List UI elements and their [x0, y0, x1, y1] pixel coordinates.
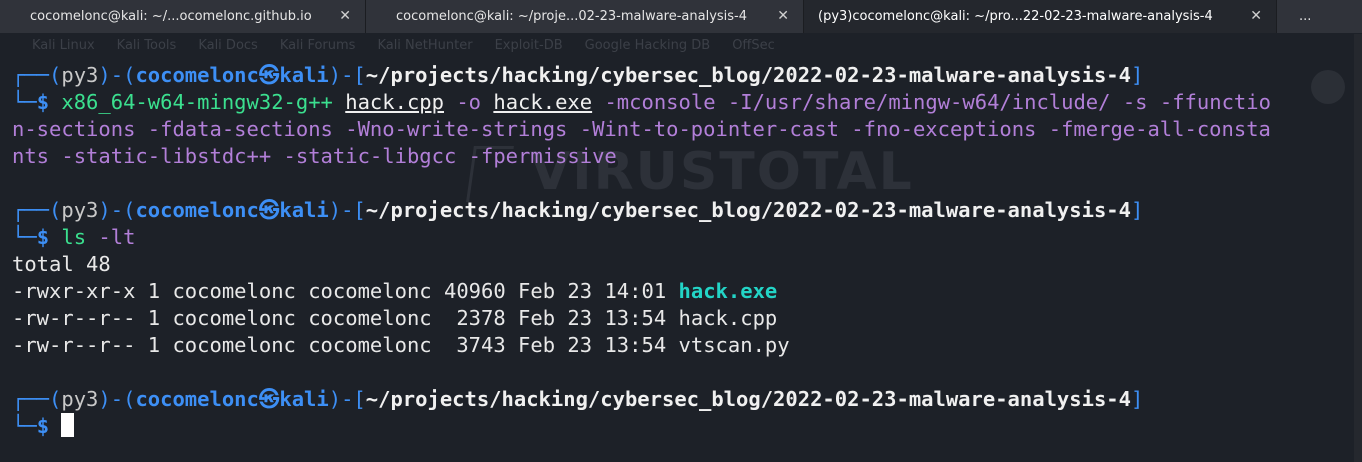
background-bookmark: Exploit-DB: [494, 38, 563, 53]
file-day: 23: [567, 306, 593, 330]
file-name: vtscan.py: [678, 333, 790, 357]
tab-terminal-malware-analysis[interactable]: cocomelonc@kali: ~/proje...02-23-malware…: [366, 0, 804, 33]
prompt-path: ~/projects/hacking/cybersec_blog/2022-02…: [365, 198, 1131, 222]
command-arg-file: hack.exe: [493, 90, 593, 114]
file-permissions: -rw-r--r--: [12, 333, 136, 357]
command-line-active[interactable]: └─$: [12, 413, 75, 440]
ls-row: -rw-r--r-- 1 cocomelonc cocomelonc 2378 …: [12, 305, 777, 332]
tab-title: cocomelonc@kali: ~/proje...02-23-malware…: [396, 9, 748, 24]
prompt-user: cocomelonc: [135, 198, 259, 222]
prompt-user: cocomelonc: [135, 63, 259, 87]
background-bookmark: Kali Linux: [32, 38, 95, 53]
prompt-host: kali: [279, 387, 329, 411]
background-bookmark: Kali Tools: [116, 38, 177, 53]
file-month: Feb: [518, 306, 556, 330]
command-arg-flag: -o: [456, 90, 482, 114]
tab-bar: cocomelonc@kali: ~/...ocomelonc.github.i…: [0, 0, 1362, 33]
prompt-env: py3: [61, 387, 99, 411]
prompt-path: ~/projects/hacking/cybersec_blog/2022-02…: [365, 63, 1131, 87]
file-owner: cocomelonc: [172, 306, 296, 330]
background-bookmark: Kali NetHunter: [377, 38, 473, 53]
tab-title: cocomelonc@kali: ~/...ocomelonc.github.i…: [30, 9, 312, 24]
prompt-header: ┌──(py3)-(cocomelonc㉿kali)-[~/projects/h…: [12, 63, 1144, 87]
file-day: 23: [567, 333, 593, 357]
prompt-symbol: $: [36, 90, 50, 114]
command-args: -lt: [98, 225, 136, 249]
background-bookmark: OffSec: [732, 38, 775, 53]
command-line-wrap: nts -static-libstdc++ -static-libgcc -fp…: [12, 143, 617, 170]
file-links: 1: [147, 333, 161, 357]
prompt-path: ~/projects/hacking/cybersec_blog/2022-02…: [365, 387, 1131, 411]
prompt-header: ┌──(py3)-(cocomelonc㉿kali)-[~/projects/h…: [12, 387, 1144, 411]
file-group: cocomelonc: [308, 333, 432, 357]
skull-icon: ㉿: [258, 63, 280, 87]
prompt-symbol: $: [36, 414, 50, 438]
file-day: 23: [567, 279, 593, 303]
ls-row: -rw-r--r-- 1 cocomelonc cocomelonc 3743 …: [12, 332, 790, 359]
file-links: 1: [147, 279, 161, 303]
skull-icon: ㉿: [258, 198, 280, 222]
file-month: Feb: [518, 279, 556, 303]
file-permissions: -rw-r--r--: [12, 306, 136, 330]
tab-close-icon[interactable]: ✕: [339, 8, 351, 24]
background-bookmark: Kali Docs: [198, 38, 258, 53]
background-bookmark: Google Hacking DB: [584, 38, 711, 53]
command-arg-file: hack.cpp: [345, 90, 444, 114]
tab-terminal-github-io[interactable]: cocomelonc@kali: ~/...ocomelonc.github.i…: [0, 0, 366, 33]
file-time: 14:01: [604, 279, 667, 303]
tab-terminal-active[interactable]: (py3)cocomelonc@kali: ~/pro...22-02-23-m…: [804, 0, 1277, 33]
file-group: cocomelonc: [308, 279, 432, 303]
prompt-env: py3: [61, 198, 99, 222]
command-line-wrap: n-sections -fdata-sections -Wno-write-st…: [12, 116, 1271, 143]
file-month: Feb: [518, 333, 556, 357]
file-permissions: -rwxr-xr-x: [12, 279, 136, 303]
prompt-user: cocomelonc: [135, 387, 259, 411]
file-size: 2378: [443, 306, 506, 330]
prompt-symbol: $: [36, 225, 50, 249]
background-bookmarks-bar: Kali Linux Kali Tools Kali Docs Kali For…: [0, 33, 1362, 58]
prompt-host: kali: [279, 198, 329, 222]
text-cursor: [61, 413, 75, 437]
ls-total: total 48: [12, 252, 111, 276]
file-name: hack.cpp: [678, 306, 778, 330]
file-owner: cocomelonc: [172, 279, 296, 303]
command-args: -mconsole -I/usr/share/mingw-w64/include…: [604, 90, 1271, 114]
prompt-host: kali: [279, 63, 329, 87]
file-size: 40960: [443, 279, 506, 303]
file-size: 3743: [443, 333, 506, 357]
tab-overflow-button[interactable]: ...: [1277, 0, 1362, 33]
command-program: ls: [61, 225, 87, 249]
prompt-header: ┌──(py3)-(cocomelonc㉿kali)-[~/projects/h…: [12, 198, 1144, 222]
prompt-env: py3: [61, 63, 99, 87]
command-program: x86_64-w64-mingw32-g++: [61, 90, 333, 114]
file-time: 13:54: [604, 333, 667, 357]
command-args: n-sections -fdata-sections -Wno-write-st…: [12, 117, 1271, 141]
tab-close-icon[interactable]: ✕: [1250, 8, 1262, 24]
more-tabs-icon: ...: [1299, 9, 1312, 24]
file-links: 1: [147, 306, 161, 330]
command-line: └─$ x86_64-w64-mingw32-g++ hack.cpp -o h…: [12, 90, 1271, 114]
command-line: └─$ ls -lt: [12, 225, 136, 249]
file-group: cocomelonc: [308, 306, 432, 330]
terminal-output[interactable]: ┌──(py3)-(cocomelonc㉿kali)-[~/projects/h…: [0, 58, 1362, 462]
file-owner: cocomelonc: [172, 333, 296, 357]
tab-close-icon[interactable]: ✕: [777, 8, 789, 24]
skull-icon: ㉿: [258, 387, 280, 411]
ls-row: -rwxr-xr-x 1 cocomelonc cocomelonc 40960…: [12, 278, 777, 305]
tab-title: (py3)cocomelonc@kali: ~/pro...22-02-23-m…: [818, 9, 1213, 24]
command-args: nts -static-libstdc++ -static-libgcc -fp…: [12, 144, 617, 168]
background-bookmark: Kali Forums: [279, 38, 356, 53]
file-name-executable: hack.exe: [678, 279, 778, 303]
file-time: 13:54: [604, 306, 667, 330]
